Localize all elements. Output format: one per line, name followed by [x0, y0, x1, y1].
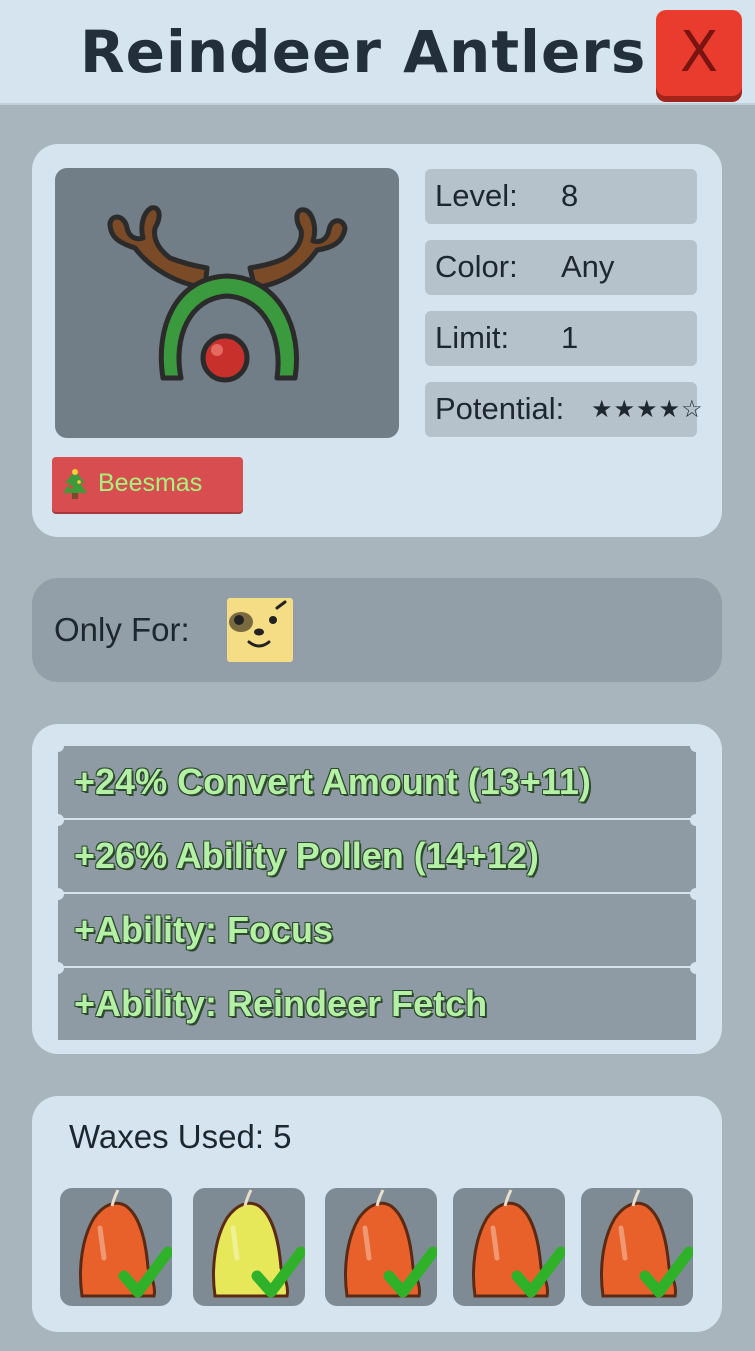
window-header: Reindeer Antlers X: [0, 0, 755, 105]
close-button[interactable]: X: [656, 10, 742, 96]
bear-bee-icon: [227, 598, 293, 662]
wax-slot: [325, 1188, 437, 1306]
stat-limit: Limit: 1: [425, 311, 697, 366]
only-for-label: Only For:: [54, 611, 190, 648]
wax-slot: [581, 1188, 693, 1306]
item-image: [55, 168, 399, 438]
window-title: Reindeer Antlers: [80, 18, 647, 86]
effects-card: +24% Convert Amount (13+11) +26% Ability…: [32, 724, 722, 1054]
stat-label: Color:: [435, 249, 518, 284]
only-for-row: Only For:: [32, 578, 722, 682]
event-badge-label: Beesmas: [98, 469, 203, 497]
wax-slot: [60, 1188, 172, 1306]
stat-label: Potential:: [435, 391, 565, 426]
potential-stars: ★★★★☆: [591, 396, 704, 423]
stat-value: Any: [561, 249, 615, 284]
effect-row: +26% Ability Pollen (14+12): [52, 814, 702, 892]
effect-row: +24% Convert Amount (13+11): [52, 740, 702, 818]
christmas-tree-icon: [63, 469, 87, 499]
stat-level: Level: 8: [425, 169, 697, 224]
stat-value: 1: [561, 320, 579, 355]
stat-potential: Potential: ★★★★☆: [425, 382, 703, 437]
stat-label: Limit:: [435, 320, 510, 355]
wax-slot: [193, 1188, 305, 1306]
waxes-card: Waxes Used: 5: [32, 1096, 722, 1332]
wax-slot: [453, 1188, 565, 1306]
effect-row: +Ability: Reindeer Fetch: [52, 962, 702, 1040]
stat-label: Level:: [435, 178, 518, 213]
event-badge: Beesmas: [52, 457, 243, 512]
stat-color: Color: Any: [425, 240, 697, 295]
waxes-used-label: Waxes Used: 5: [69, 1118, 292, 1155]
close-icon: X: [679, 20, 719, 85]
reindeer-antlers-icon: [107, 205, 348, 383]
item-info-card: Level: 8 Color: Any Limit: 1 Potential: …: [32, 144, 722, 537]
effect-row: +Ability: Focus: [52, 888, 702, 966]
stat-value: 8: [561, 178, 579, 213]
